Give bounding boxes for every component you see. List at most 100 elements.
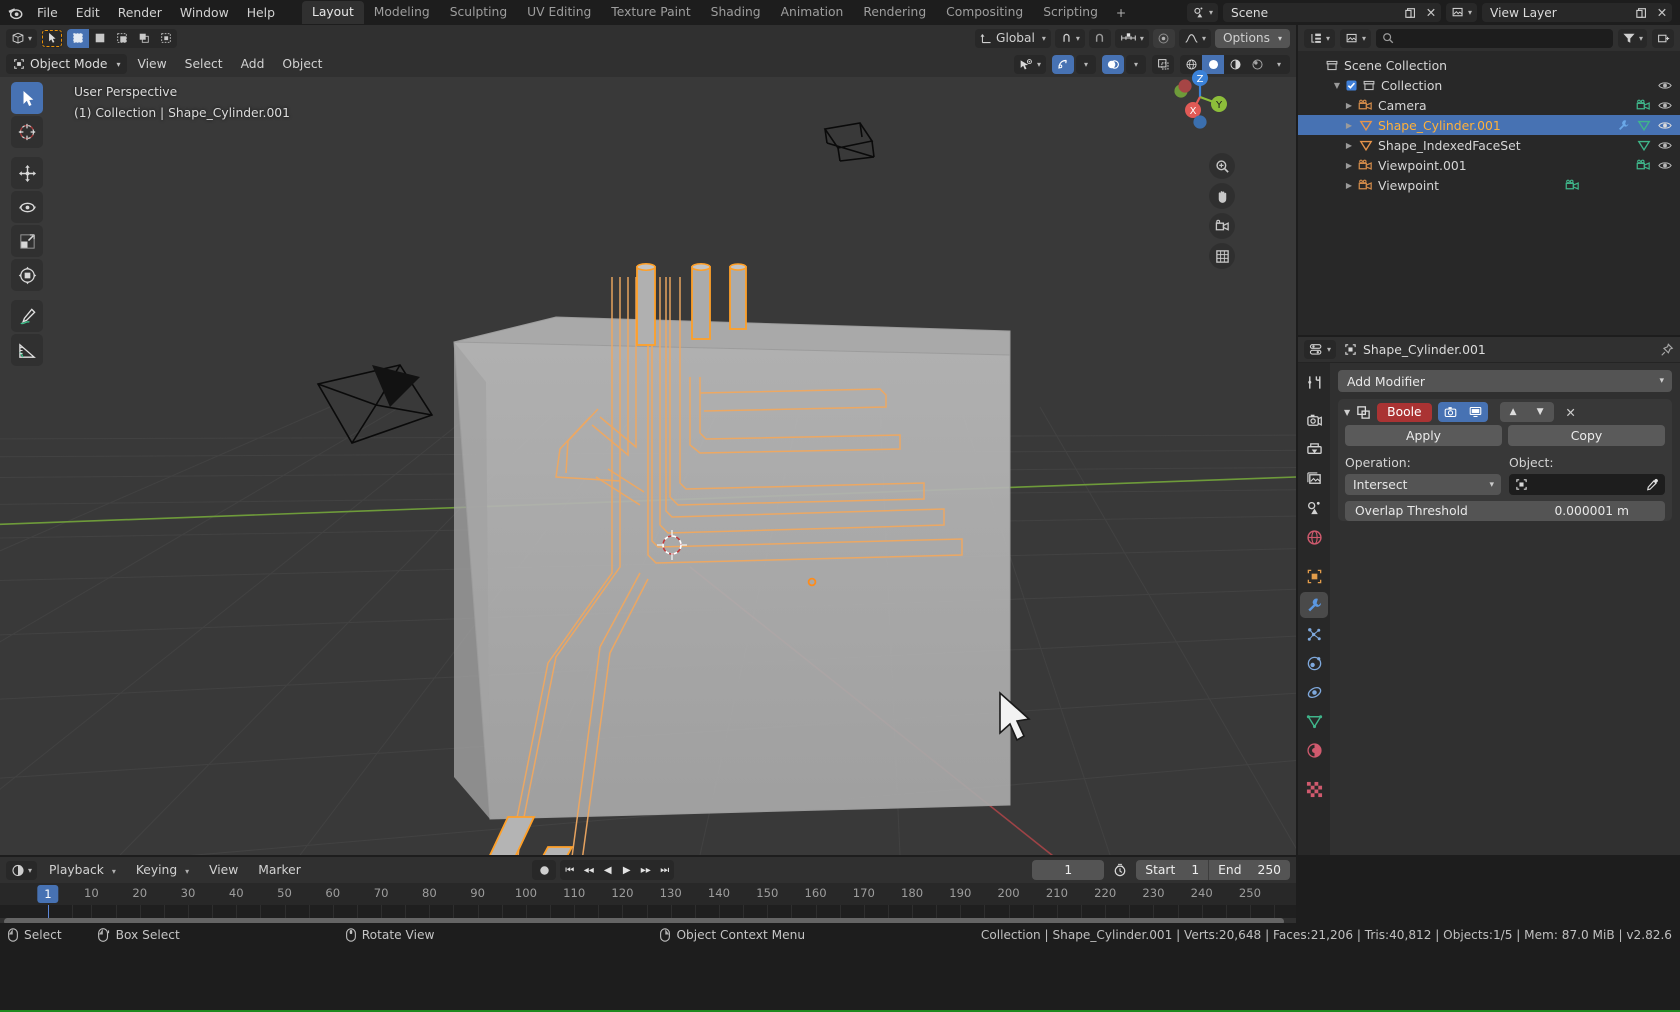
texture-tab[interactable] (1300, 776, 1328, 802)
proportional-edit-icon[interactable] (1152, 28, 1175, 48)
timeline-menu-playback[interactable]: Playback ▾ (41, 861, 124, 879)
editor-type-3dview-icon[interactable]: ▾ (6, 28, 38, 48)
overlays-dropdown[interactable]: ▾ (1126, 54, 1146, 74)
outliner-scene-filter-icon[interactable]: ▾ (1340, 28, 1372, 48)
next-keyframe-icon[interactable]: ▸▸ (636, 860, 655, 880)
timeline-menu-marker[interactable]: Marker (250, 861, 309, 879)
viewport-menu-view[interactable]: View (129, 55, 174, 73)
viewport-menu-object[interactable]: Object (274, 55, 330, 73)
modifier-icon[interactable] (1617, 119, 1630, 132)
magnet-icon[interactable] (1088, 28, 1111, 48)
close-icon[interactable]: ✕ (1421, 3, 1441, 22)
eyedropper-icon[interactable] (1646, 478, 1659, 491)
scene-browse-button[interactable]: ▾ (1186, 3, 1218, 22)
workspace-tab-texture-paint[interactable]: Texture Paint (601, 1, 700, 24)
operation-dropdown[interactable]: Intersect ▾ (1345, 474, 1501, 495)
gizmo-dropdown[interactable]: ▾ (1076, 54, 1096, 74)
render-tab[interactable] (1300, 408, 1328, 434)
add-workspace-button[interactable]: + (1108, 2, 1134, 24)
scene-name-field[interactable]: Scene ✕ (1222, 3, 1441, 22)
object-data-tab[interactable] (1300, 708, 1328, 734)
jump-end-icon[interactable]: ⏭ (655, 860, 674, 880)
new-collection-icon[interactable] (1652, 28, 1674, 48)
auto-keying-icon[interactable] (1108, 860, 1132, 880)
frame-range[interactable]: Start 1 End 250 (1136, 860, 1290, 880)
search-input[interactable] (1376, 28, 1613, 48)
modifier-name-field[interactable]: Boole (1377, 402, 1432, 422)
visibility-eye-icon[interactable] (1658, 80, 1672, 91)
workspace-tab-animation[interactable]: Animation (771, 1, 854, 24)
outliner-display-mode-icon[interactable]: ▾ (1304, 28, 1336, 48)
timeline-menu-keying[interactable]: Keying ▾ (128, 861, 197, 879)
object-field[interactable] (1509, 474, 1665, 495)
menu-edit[interactable]: Edit (67, 2, 109, 23)
snap-increment-icon[interactable]: ▾ (1114, 28, 1149, 48)
viewport-canvas[interactable] (0, 77, 1296, 855)
navigation-gizmo[interactable]: Z Y X (1161, 58, 1239, 136)
delete-x-icon[interactable]: ✕ (1560, 402, 1582, 422)
outliner-row-scene-collection[interactable]: Scene Collection (1298, 55, 1680, 75)
outliner-row-viewpoint-001[interactable]: ▶ Viewpoint.001 (1298, 155, 1680, 175)
prev-keyframe-icon[interactable]: ◂◂ (579, 860, 598, 880)
snap-to-dropdown[interactable]: ▾ (1054, 28, 1085, 48)
falloff-smooth-icon[interactable]: ▾ (1178, 28, 1211, 48)
filter-icon[interactable]: ▾ (1617, 28, 1647, 48)
tool-tab[interactable] (1300, 369, 1328, 395)
blender-logo-icon[interactable] (0, 0, 28, 25)
select-subtract-icon[interactable] (111, 29, 133, 48)
camera-view-icon[interactable] (1209, 213, 1235, 239)
particles-tab[interactable] (1300, 621, 1328, 647)
cursor-tool[interactable] (11, 116, 43, 148)
move-tool[interactable] (11, 157, 43, 189)
select-extend-icon[interactable] (89, 29, 111, 48)
play-icon[interactable]: ▶ (617, 860, 636, 880)
visibility-eye-icon[interactable]: ▾ (1013, 54, 1046, 74)
gizmo-icon[interactable] (1052, 54, 1074, 74)
disclosure-triangle-icon[interactable]: ▶ (1342, 141, 1356, 150)
tweak-select-tool-icon[interactable] (41, 28, 64, 48)
pin-icon[interactable] (1660, 342, 1674, 357)
camera-data-icon[interactable] (1565, 179, 1580, 191)
outliner-row-viewpoint[interactable]: ▶ Viewpoint (1298, 175, 1680, 195)
scale-tool[interactable] (11, 225, 43, 257)
view-layer-field[interactable]: View Layer ✕ (1482, 3, 1672, 22)
workspace-tab-layout[interactable]: Layout (301, 1, 364, 24)
workspace-tab-modeling[interactable]: Modeling (364, 1, 440, 24)
mesh-data-icon[interactable] (1637, 139, 1651, 152)
select-invert-icon[interactable] (133, 29, 155, 48)
transform-tool[interactable] (11, 259, 43, 291)
scene-tab[interactable] (1300, 495, 1328, 521)
timeline-editor-icon[interactable]: ▾ (6, 860, 38, 880)
jump-start-icon[interactable]: ⏮ (560, 860, 579, 880)
outliner-row-collection[interactable]: ▼ Collection (1298, 75, 1680, 95)
menu-window[interactable]: Window (171, 2, 238, 23)
object-tab[interactable] (1300, 563, 1328, 589)
modifier-tab[interactable] (1300, 592, 1328, 618)
play-reverse-icon[interactable]: ◀ (598, 860, 617, 880)
interaction-mode-dropdown[interactable]: Object Mode ▾ (6, 54, 128, 74)
viewport-options-dropdown[interactable]: Options ▾ (1214, 28, 1290, 48)
timeline-track[interactable] (0, 905, 1296, 918)
toggle-ortho-icon[interactable] (1209, 243, 1235, 269)
measure-tool[interactable] (11, 334, 43, 366)
overlap-threshold-field[interactable]: Overlap Threshold 0.000001 m (1345, 501, 1665, 521)
zoom-icon[interactable] (1209, 153, 1235, 179)
playhead[interactable] (48, 905, 49, 918)
start-frame-field[interactable]: Start 1 (1136, 860, 1208, 880)
visibility-eye-icon[interactable] (1658, 160, 1672, 171)
transform-orientation-dropdown[interactable]: Global ▾ (975, 28, 1051, 48)
world-tab[interactable] (1300, 524, 1328, 550)
mesh-data-icon[interactable] (1637, 119, 1651, 132)
timeline-menu-view[interactable]: View (201, 861, 246, 879)
view-layer-browse-button[interactable]: ▾ (1445, 3, 1477, 22)
collapse-triangle-icon[interactable]: ▼ (1344, 408, 1350, 417)
menu-file[interactable]: File (28, 2, 67, 23)
select-intersect-icon[interactable] (155, 29, 177, 48)
workspace-tab-compositing[interactable]: Compositing (936, 1, 1033, 24)
workspace-tab-rendering[interactable]: Rendering (853, 1, 936, 24)
playback-transport[interactable]: ⏮ ◂◂ ◀ ▶ ▸▸ ⏭ (560, 860, 675, 880)
constraints-tab[interactable] (1300, 679, 1328, 705)
timeline-ruler[interactable]: 1 10 20 30 40 50 60 70 80 90 100 110 120 130 140 150 160… (0, 883, 1296, 905)
workspace-tab-scripting[interactable]: Scripting (1033, 1, 1108, 24)
workspace-tab-uv-editing[interactable]: UV Editing (517, 1, 601, 24)
